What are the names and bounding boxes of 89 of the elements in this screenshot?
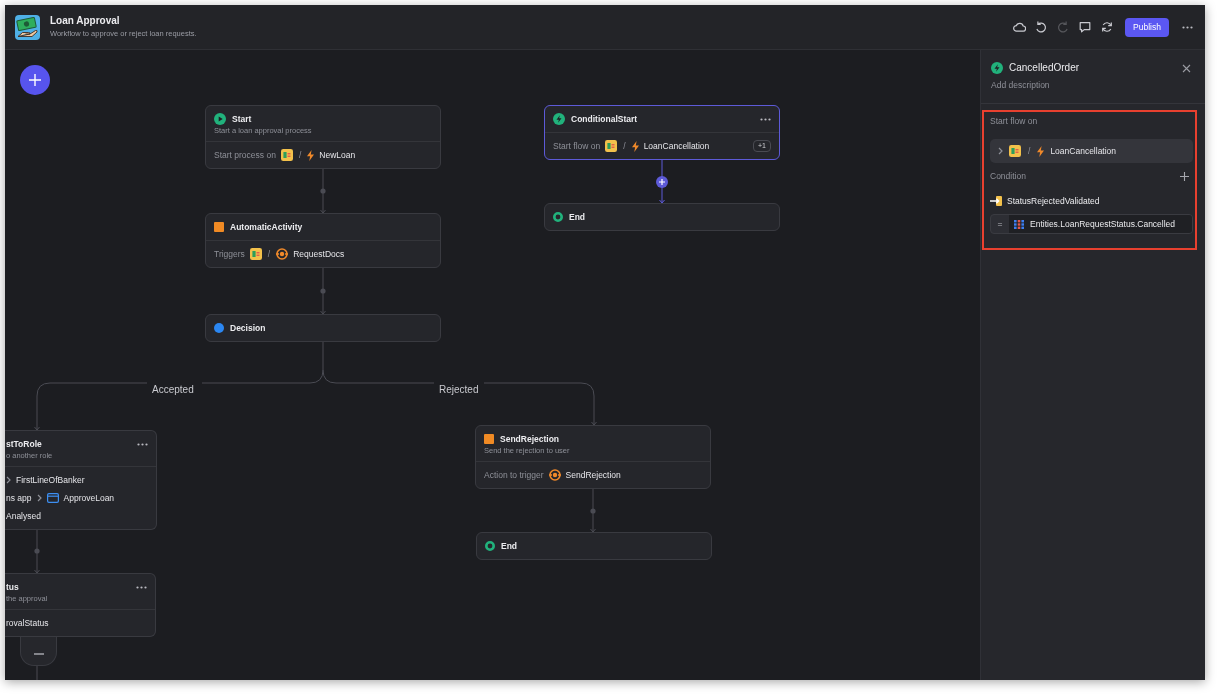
add-button[interactable] xyxy=(20,65,50,95)
row-value: rovalStatus xyxy=(6,618,49,628)
app-icon xyxy=(605,140,618,152)
operator-label: = xyxy=(996,218,1004,231)
money-hand-icon xyxy=(15,14,40,40)
app-icon xyxy=(249,248,262,260)
variable-name: StatusRejectedValidated xyxy=(1007,196,1100,206)
ring-icon xyxy=(553,212,563,222)
more-icon xyxy=(1181,25,1193,29)
row-label: Start flow on xyxy=(553,141,601,151)
cloud-icon xyxy=(1012,22,1026,32)
publish-button[interactable]: Publish xyxy=(1125,17,1169,37)
node-title: End xyxy=(569,211,586,223)
chevron-right-icon xyxy=(36,494,42,502)
row-value: SendRejection xyxy=(565,470,621,480)
path-separator: / xyxy=(1028,146,1031,156)
lightning-icon xyxy=(1037,145,1045,157)
condition-value: Entities.LoanRequestStatus.Cancelled xyxy=(1030,219,1176,229)
connector-line xyxy=(320,267,326,315)
condition-value-field[interactable]: Entities.LoanRequestStatus.Cancelled xyxy=(1009,215,1192,233)
app-icon xyxy=(1009,145,1021,157)
play-icon xyxy=(214,113,226,125)
lightning-icon xyxy=(991,62,1003,74)
row-value: LoanCancellation xyxy=(1050,146,1117,156)
section-label: Condition xyxy=(990,170,1026,182)
more-icon[interactable] xyxy=(136,585,147,589)
window-icon xyxy=(46,493,59,503)
add-step-button[interactable] xyxy=(656,176,668,188)
chevron-right-icon xyxy=(6,476,11,484)
row-label: Triggers xyxy=(214,249,245,259)
redo-icon xyxy=(1057,21,1070,33)
more-icon[interactable] xyxy=(137,442,148,446)
row-value: NewLoan xyxy=(319,150,356,160)
dot-icon xyxy=(214,323,224,333)
description-field[interactable]: Add description xyxy=(991,78,1191,92)
node-title: tus xyxy=(6,581,19,593)
comment-icon xyxy=(1079,21,1092,33)
row-value: LoanCancellation xyxy=(643,141,710,151)
minus-icon xyxy=(33,653,44,655)
section-label: Start flow on xyxy=(990,115,1038,127)
lightning-icon xyxy=(631,140,639,152)
target-icon xyxy=(548,469,561,481)
sign-in-icon xyxy=(990,196,1002,206)
node-title: ConditionalStart xyxy=(571,113,638,125)
node-title: Decision xyxy=(230,322,266,334)
ring-icon xyxy=(485,541,495,551)
node-title: End xyxy=(501,540,518,552)
add-condition-button[interactable] xyxy=(1180,171,1189,181)
connector-line xyxy=(34,529,40,574)
trigger-row[interactable]: / LoanCancellation xyxy=(990,139,1193,163)
row-label: Start process on xyxy=(214,150,276,160)
refresh-icon xyxy=(1101,21,1114,33)
workflow-node[interactable]: AutomaticActivity Triggers / RequestDocs xyxy=(205,213,441,268)
square-icon xyxy=(484,434,494,444)
close-icon xyxy=(1182,63,1191,73)
connector-line xyxy=(590,488,596,533)
panel-title: CancelledOrder xyxy=(1009,62,1080,74)
workflow-node[interactable]: Decision xyxy=(205,314,441,342)
connector-line xyxy=(320,168,326,214)
branch-label: Accepted xyxy=(152,384,194,396)
plus-icon xyxy=(29,74,41,86)
path-separator: / xyxy=(623,141,626,151)
row-value: RequestDocs xyxy=(293,249,345,259)
row-value: Analysed xyxy=(6,511,41,521)
workflow-node[interactable]: End xyxy=(476,532,712,560)
app-title: Loan Approval xyxy=(50,15,120,27)
square-icon xyxy=(214,222,224,232)
target-icon xyxy=(276,248,289,260)
node-title: AutomaticActivity xyxy=(230,221,303,233)
undo-icon xyxy=(1035,21,1048,33)
branch-label: Rejected xyxy=(439,384,479,396)
row-value: ns app xyxy=(6,493,32,503)
app-icon xyxy=(280,149,293,161)
row-value: FirstLineOfBanker xyxy=(16,475,85,485)
lightning-icon xyxy=(307,149,315,161)
row-value: ApproveLoan xyxy=(63,493,115,503)
workflow-node[interactable]: End xyxy=(544,203,780,231)
path-separator: / xyxy=(298,150,302,160)
plus-icon xyxy=(659,179,665,185)
plus-icon xyxy=(1180,171,1189,181)
more-icon[interactable] xyxy=(760,117,771,121)
grid-icon xyxy=(1014,219,1024,229)
node-title: SendRejection xyxy=(500,433,560,445)
lightning-icon xyxy=(553,113,565,125)
row-label: Action to trigger xyxy=(484,470,544,480)
path-separator: / xyxy=(267,249,271,259)
close-button[interactable] xyxy=(1182,63,1191,73)
node-title: stToRole xyxy=(6,438,42,450)
node-title: Start xyxy=(232,113,252,125)
